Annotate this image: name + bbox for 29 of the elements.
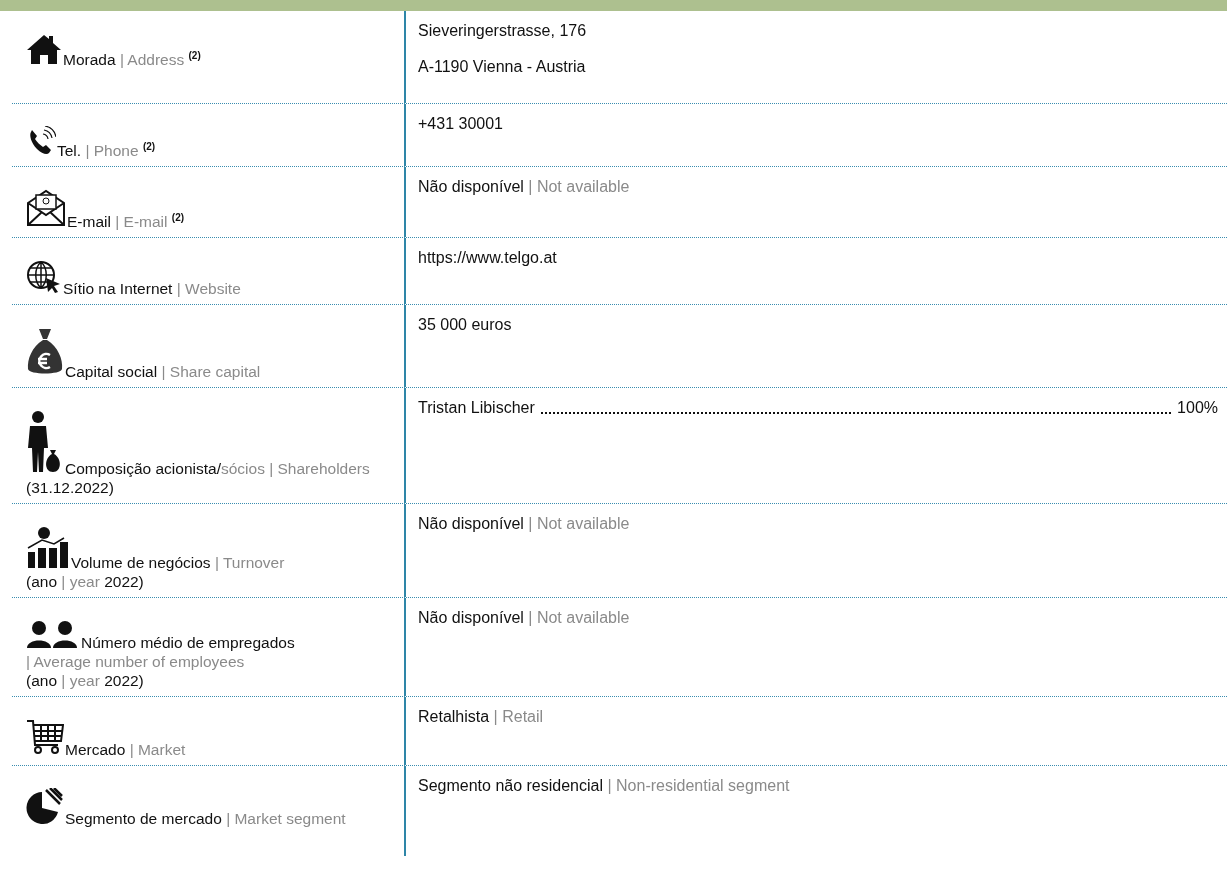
- field-value: 35 000 euros: [418, 315, 513, 335]
- field-label: Volume de negócios | Turnover (ano | year 2022): [26, 554, 285, 590]
- field-value: A-1190 Vienna - Austria: [418, 57, 587, 77]
- house-icon: [26, 33, 62, 65]
- globe-cursor-icon: [26, 260, 62, 294]
- field-value: Não disponível | Not available: [418, 514, 631, 534]
- field-label: Número médio de empregados | Average number of employees (ano | year 2022): [26, 634, 295, 689]
- shareholder-name: Tristan Libischer: [418, 398, 535, 418]
- field-label: Capital social | Share capital: [65, 363, 261, 380]
- field-label: Morada | Address $^{(2)}$: [63, 51, 201, 68]
- shareholder-share: 100%: [1177, 398, 1218, 418]
- field-value: https://www.telgo.at: [418, 248, 558, 268]
- envelope-icon: [26, 189, 66, 227]
- field-value: +431 30001: [418, 114, 504, 134]
- bar-chart-coin-icon: [26, 526, 70, 568]
- field-label: Tel. | Phone $^{(2)}$: [57, 142, 156, 159]
- field-value: Retalhista | Retail: [418, 707, 545, 727]
- field-label: Sítio na Internet | Website: [63, 280, 241, 297]
- field-value: Não disponível | Not available: [418, 177, 631, 197]
- field-label: E-mail | E-mail $^{(2)}$: [67, 213, 185, 230]
- field-value: Segmento não residencial | Non-residential segment: [418, 776, 791, 796]
- pie-chart-icon: [26, 788, 64, 824]
- field-label: Segmento de mercado | Market segment: [65, 810, 346, 827]
- field-value: Não disponível | Not available: [418, 608, 631, 628]
- people-icon: [26, 620, 80, 648]
- shopping-cart-icon: [26, 719, 64, 755]
- field-label: Composição acionista/sócios | Shareholders (31.12.2022): [26, 460, 370, 496]
- field-label: Mercado | Market: [65, 741, 186, 758]
- field-value: Sieveringerstrasse, 176: [418, 21, 588, 41]
